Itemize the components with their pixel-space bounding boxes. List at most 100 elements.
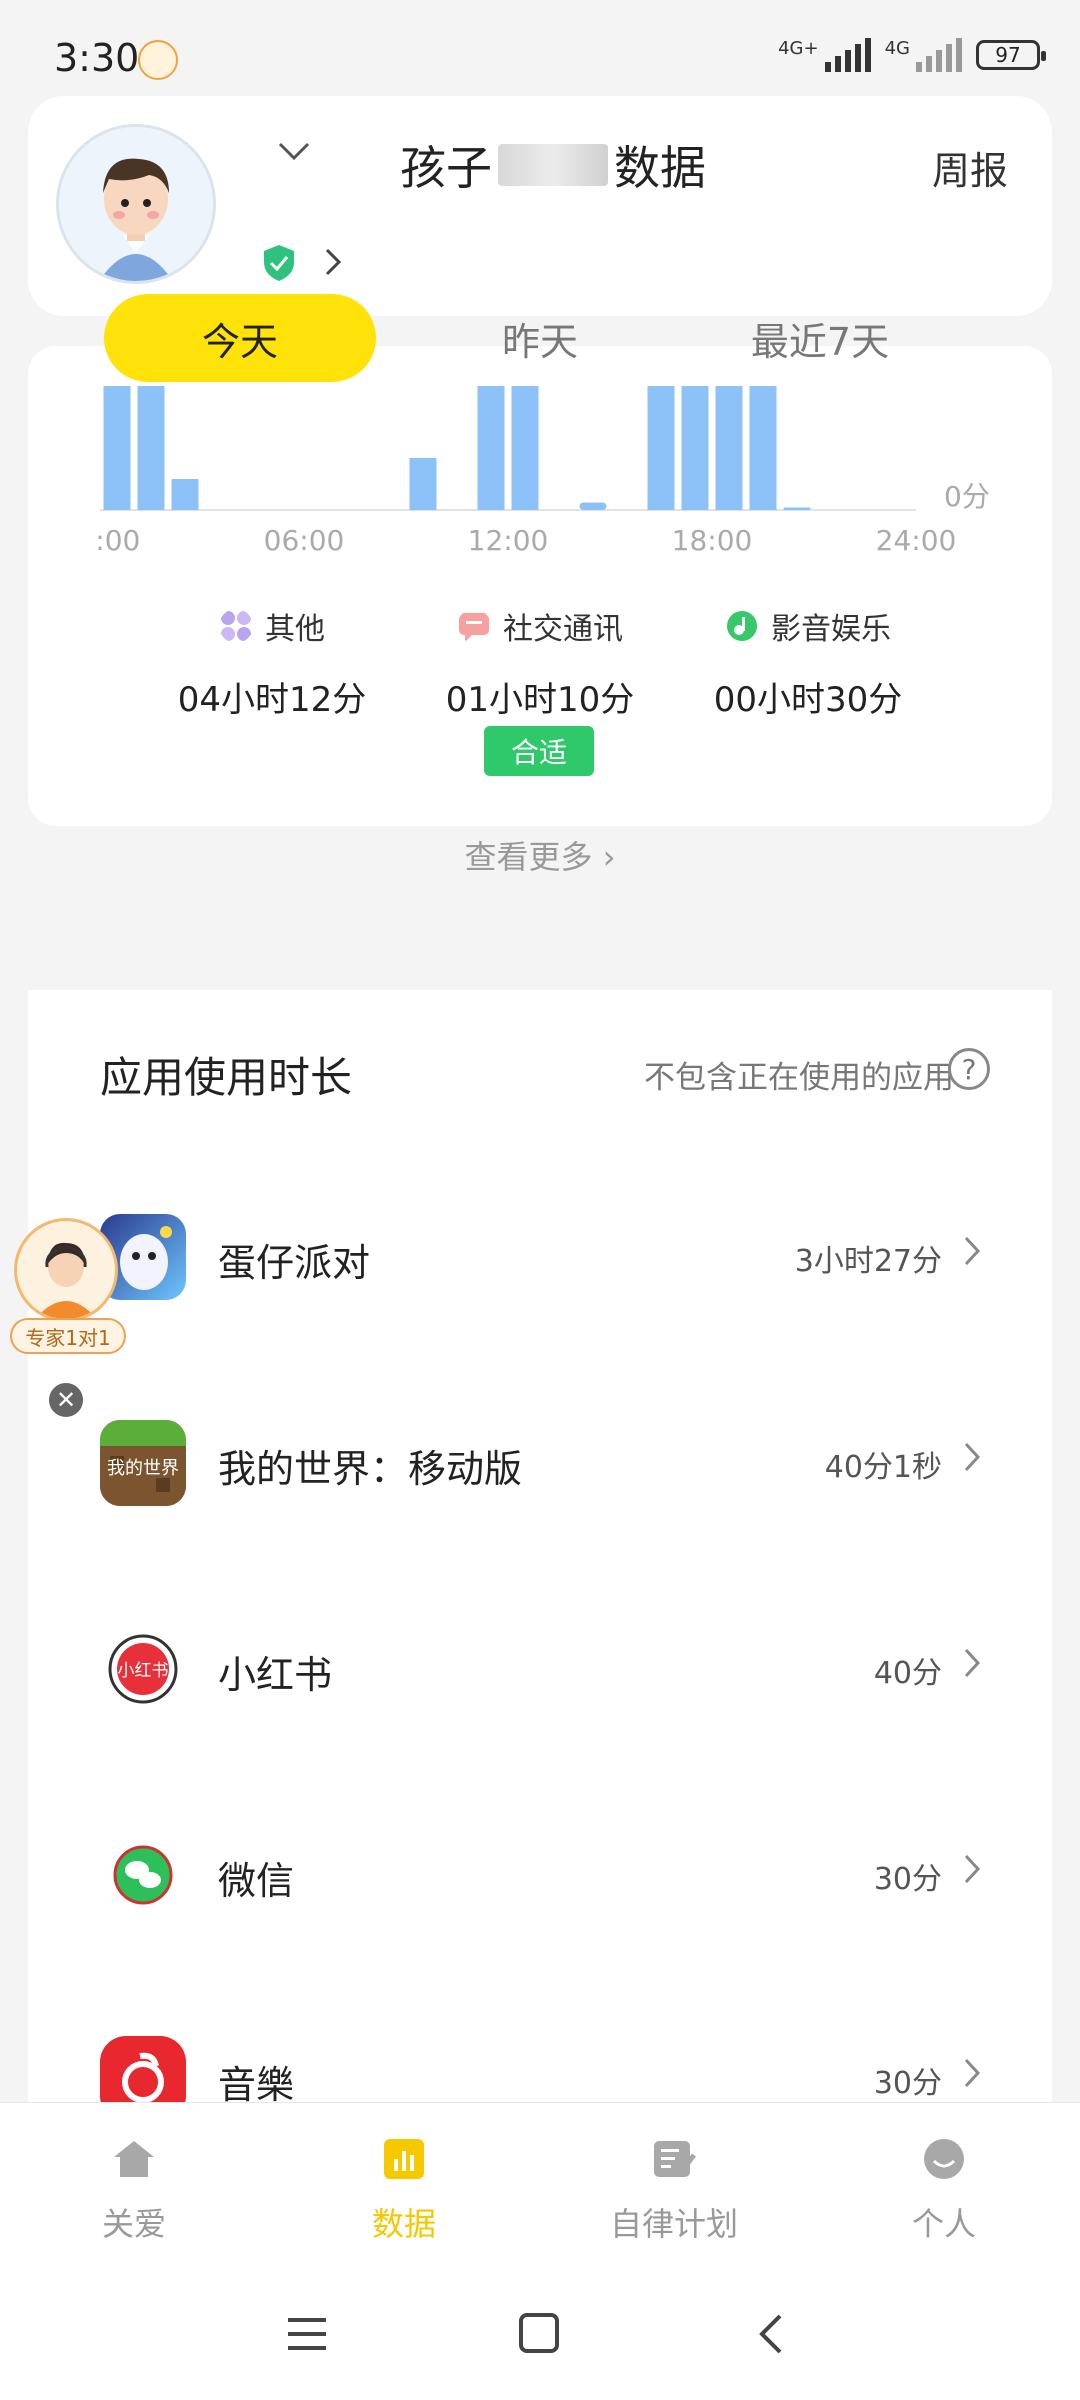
- shield-icon: [264, 245, 294, 281]
- minecraft-icon-text: 我的世界: [107, 1458, 179, 1479]
- expert-label[interactable]: 专家1对1: [10, 1318, 126, 1354]
- network-type: 4G+: [778, 38, 819, 59]
- expert-consult-button[interactable]: [14, 1218, 118, 1322]
- chart-bar: [715, 386, 743, 510]
- app-name: 蛋仔派对: [218, 1241, 371, 1285]
- home-button-icon[interactable]: [518, 2312, 560, 2354]
- chevron-right-icon: ›: [602, 838, 616, 876]
- app-row-xiaohongshu[interactable]: 小红书 小红书 40分: [28, 1626, 1052, 1832]
- status-time: 3:30: [54, 36, 140, 80]
- status-badge: 合适: [484, 726, 594, 776]
- view-more-label: 查看更多: [464, 838, 593, 876]
- chart-bar: [103, 386, 131, 510]
- music-icon: [727, 611, 757, 641]
- netease-music-app-icon: [100, 2036, 186, 2102]
- help-icon[interactable]: ?: [948, 1048, 990, 1090]
- chart-x-tick-label: 24:00: [876, 524, 957, 557]
- chart-x-tick-label: 12:00: [468, 524, 549, 557]
- section-title: 应用使用时长: [100, 1053, 353, 1102]
- signal-icon: 4G: [885, 38, 962, 72]
- chart-bar: [647, 386, 675, 510]
- stat-entertainment: 影音娱乐 00小时30分: [648, 604, 968, 721]
- app-row-eggy-party[interactable]: 蛋仔派对 3小时27分: [28, 1214, 1052, 1420]
- view-more-link[interactable]: 查看更多 ›: [0, 832, 1080, 878]
- battery-level: 97: [995, 43, 1021, 67]
- chevron-right-icon: [964, 1442, 981, 1472]
- title-suffix: 数据: [614, 141, 706, 195]
- grid-icon: [221, 611, 251, 641]
- hourly-usage-chart: 00:00 06:00 12:00 18:00 24:00 0分: [96, 386, 990, 557]
- nav-profile[interactable]: 个人: [844, 2137, 1044, 2245]
- app-name: 小红书: [218, 1653, 333, 1697]
- chart-y-tick-label: 0分: [944, 480, 990, 513]
- chart-bar: [579, 502, 607, 510]
- nav-care[interactable]: 关爱: [34, 2137, 234, 2245]
- status-indicators: 4G+ 4G 97: [778, 38, 1046, 72]
- app-usage-time: 3小时27分: [794, 1244, 942, 1279]
- chevron-right-icon: [964, 1854, 981, 1884]
- app-name: 我的世界：移动版: [218, 1447, 523, 1491]
- nav-label: 自律计划: [609, 2205, 738, 2243]
- network-type: 4G: [884, 38, 910, 59]
- chevron-right-icon: [964, 1236, 981, 1266]
- menu-icon[interactable]: [286, 2314, 328, 2354]
- chart-bar: [409, 457, 437, 510]
- minecraft-app-icon: 我的世界: [100, 1420, 186, 1506]
- chart-icon: [384, 2139, 424, 2179]
- app-row-music[interactable]: 音樂 30分: [28, 2036, 1052, 2102]
- tab-today[interactable]: 今天: [104, 294, 376, 382]
- close-icon[interactable]: ✕: [46, 1380, 86, 1420]
- chart-x-tick-label: 00:00: [96, 524, 140, 557]
- back-icon[interactable]: [756, 2312, 786, 2356]
- weekly-report-button[interactable]: 周报: [932, 140, 1008, 195]
- blurred-name: [498, 144, 608, 186]
- xiaohongshu-app-icon: 小红书: [100, 1626, 186, 1712]
- chevron-right-icon: [964, 2058, 981, 2088]
- app-name: 音樂: [218, 2063, 295, 2102]
- plan-icon: [654, 2141, 696, 2177]
- battery-icon: 97: [976, 40, 1046, 70]
- chart-bar: [681, 386, 709, 510]
- nav-label: 个人: [911, 2205, 976, 2243]
- stat-label: 其他: [265, 612, 325, 647]
- title-prefix: 孩子: [400, 141, 492, 195]
- xiaohongshu-icon-text: 小红书: [118, 1661, 169, 1681]
- chart-x-tick-label: 06:00: [264, 524, 345, 557]
- home-icon: [114, 2141, 154, 2177]
- bottom-nav: 关爱 数据 自律计划 个人: [0, 2102, 1080, 2273]
- child-avatar[interactable]: [56, 124, 216, 284]
- nav-plan[interactable]: 自律计划: [574, 2137, 774, 2245]
- chart-bar: [749, 386, 777, 510]
- app-usage-time: 40分1秒: [824, 1450, 942, 1485]
- wechat-app-icon: [100, 1832, 186, 1918]
- chart-bar: [783, 507, 811, 510]
- signal-icon: 4G+: [778, 38, 871, 72]
- nav-label: 关爱: [101, 2205, 166, 2243]
- app-usage-time: 30分: [873, 2066, 942, 2101]
- person-icon: [924, 2139, 964, 2179]
- nav-label: 数据: [371, 2205, 436, 2243]
- chevron-right-icon: [964, 1648, 981, 1678]
- app-row-minecraft[interactable]: 我的世界 我的世界：移动版 40分1秒: [28, 1420, 1052, 1626]
- stat-label: 影音娱乐: [771, 612, 891, 647]
- chat-icon: [459, 613, 489, 642]
- notification-app-icon: [138, 40, 178, 80]
- nav-data[interactable]: 数据: [304, 2137, 504, 2245]
- app-name: 微信: [218, 1859, 295, 1903]
- chart-bar: [137, 386, 165, 510]
- stat-value: 00小时30分: [713, 680, 903, 720]
- page-title: 孩子 数据: [400, 132, 706, 198]
- stat-label: 社交通讯: [503, 612, 623, 647]
- tab-yesterday[interactable]: 昨天: [430, 294, 650, 382]
- system-navigation-bar: [0, 2272, 1080, 2400]
- chart-bar: [171, 479, 199, 510]
- tab-last-7-days[interactable]: 最近7天: [690, 294, 950, 382]
- chart-bar: [477, 386, 505, 510]
- app-usage-time: 40分: [873, 1656, 942, 1691]
- app-row-wechat[interactable]: 微信 30分: [28, 1832, 1052, 2038]
- app-usage-time: 30分: [873, 1862, 942, 1897]
- chart-bar: [511, 386, 539, 510]
- chevron-right-icon[interactable]: [322, 246, 344, 278]
- section-note: 不包含正在使用的应用: [644, 1060, 954, 1096]
- chevron-down-icon[interactable]: [276, 138, 312, 166]
